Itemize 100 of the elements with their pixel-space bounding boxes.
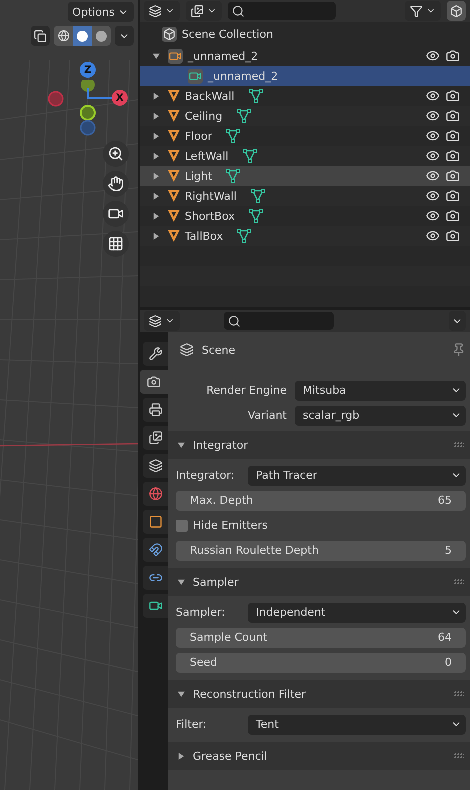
editor-type-button[interactable] [144, 311, 180, 331]
display-mode-button[interactable] [144, 1, 180, 21]
camera-icon[interactable] [446, 149, 460, 163]
drag-handle-icon[interactable] [454, 442, 464, 448]
properties-tab[interactable] [143, 454, 168, 478]
shading-mode-button[interactable] [92, 26, 111, 46]
camera-icon[interactable] [446, 89, 460, 103]
eye-icon[interactable] [426, 89, 440, 103]
camera-icon[interactable] [446, 169, 460, 183]
expand-arrow-icon[interactable] [153, 212, 160, 220]
wrench-icon [148, 347, 162, 361]
grid-view-button[interactable] [103, 231, 129, 257]
search-field[interactable] [224, 312, 334, 330]
expand-arrow-icon[interactable] [178, 752, 185, 760]
mesh-data-icon[interactable] [226, 169, 240, 183]
expand-arrow-icon[interactable] [153, 192, 160, 200]
mesh-icon [168, 209, 180, 223]
properties-tab[interactable] [143, 594, 168, 618]
dropdown[interactable]: Independent [248, 602, 466, 622]
hand-icon [108, 176, 124, 192]
outliner-row[interactable]: _unnamed_2 [140, 66, 470, 86]
options-dropdown-button[interactable] [449, 311, 466, 331]
camera-view-button[interactable] [103, 201, 129, 227]
drag-handle-icon[interactable] [454, 691, 464, 697]
gizmo-x-axis[interactable]: X [112, 90, 128, 106]
mesh-data-icon[interactable] [237, 229, 252, 243]
expand-arrow-icon[interactable] [178, 442, 185, 448]
gizmo-z-axis[interactable]: Z [80, 62, 96, 78]
image-stack-icon [191, 4, 204, 18]
expand-arrow-icon[interactable] [153, 152, 160, 160]
camera-icon[interactable] [446, 49, 460, 63]
properties-tab[interactable] [143, 566, 168, 590]
shading-dropdown-button[interactable] [115, 26, 134, 46]
number-field[interactable]: Seed 0 [176, 652, 466, 672]
outliner-row[interactable]: Light [140, 166, 470, 186]
properties-tab[interactable] [143, 538, 168, 562]
dropdown[interactable]: Path Tracer [248, 466, 466, 486]
expand-arrow-icon[interactable] [153, 132, 160, 140]
options-button[interactable]: Options [68, 2, 134, 22]
eye-icon[interactable] [426, 149, 440, 163]
properties-tab[interactable] [143, 482, 168, 506]
eye-icon[interactable] [426, 129, 440, 143]
pin-icon[interactable] [452, 343, 466, 357]
number-field[interactable]: Sample Count 64 [176, 628, 466, 648]
expand-arrow-icon[interactable] [178, 690, 185, 698]
panel-header[interactable]: Sampler [168, 568, 470, 596]
overlay-toggle-button[interactable] [31, 26, 50, 46]
expand-arrow-icon[interactable] [178, 578, 185, 586]
camera-icon[interactable] [446, 189, 460, 203]
expand-arrow-icon[interactable] [153, 172, 160, 180]
number-field[interactable]: Russian Roulette Depth 5 [176, 540, 466, 560]
mesh-data-icon[interactable] [226, 129, 240, 143]
mesh-data-icon[interactable] [236, 109, 251, 123]
outliner-item-name: _unnamed_2 [188, 50, 258, 62]
eye-icon[interactable] [426, 229, 440, 243]
expand-arrow-icon[interactable] [153, 92, 160, 100]
filter-button[interactable] [405, 1, 441, 21]
filter-icon [410, 4, 423, 18]
properties-tab[interactable] [143, 398, 168, 422]
panel-header[interactable]: Reconstruction Filter [168, 680, 470, 708]
camera-data-icon [148, 599, 162, 613]
eye-icon[interactable] [426, 109, 440, 123]
expand-arrow-icon[interactable] [153, 232, 160, 240]
solid-sphere-icon [77, 30, 88, 42]
shading-mode-button[interactable] [54, 26, 73, 46]
zoom-button[interactable] [103, 141, 129, 167]
material-sphere-icon [96, 30, 107, 42]
dropdown[interactable]: scalar_rgb [295, 406, 466, 426]
camera-icon[interactable] [446, 129, 460, 143]
camera-icon[interactable] [446, 109, 460, 123]
dropdown[interactable]: Mitsuba [295, 380, 466, 400]
properties-tab[interactable] [143, 426, 168, 450]
drag-handle-icon[interactable] [454, 753, 464, 759]
dropdown[interactable]: Tent [248, 714, 466, 734]
outliner-item-name: RightWall [185, 190, 237, 202]
pan-button[interactable] [103, 171, 129, 197]
camera-icon[interactable] [446, 209, 460, 223]
new-collection-button[interactable] [447, 1, 466, 21]
view-filter-button[interactable] [186, 1, 222, 21]
panel-header[interactable]: Integrator [168, 431, 470, 459]
search-field[interactable] [228, 2, 336, 20]
mesh-data-icon[interactable] [248, 209, 263, 223]
eye-icon[interactable] [426, 209, 440, 223]
eye-icon[interactable] [426, 49, 440, 63]
shading-mode-button[interactable] [73, 26, 92, 46]
eye-icon[interactable] [426, 169, 440, 183]
number-field[interactable]: Max. Depth 65 [176, 490, 466, 510]
expand-arrow-icon[interactable] [153, 52, 160, 60]
mesh-data-icon[interactable] [242, 149, 257, 163]
properties-tab[interactable] [143, 510, 168, 534]
expand-arrow-icon[interactable] [153, 112, 160, 120]
mesh-data-icon[interactable] [248, 89, 263, 103]
mesh-data-icon[interactable] [251, 189, 265, 203]
drag-handle-icon[interactable] [454, 579, 464, 585]
properties-tab[interactable] [140, 370, 168, 394]
eye-icon[interactable] [426, 189, 440, 203]
checkbox[interactable] [176, 520, 188, 532]
properties-tab[interactable] [143, 342, 168, 366]
camera-icon[interactable] [446, 229, 460, 243]
panel-header[interactable]: Grease Pencil [168, 742, 470, 770]
